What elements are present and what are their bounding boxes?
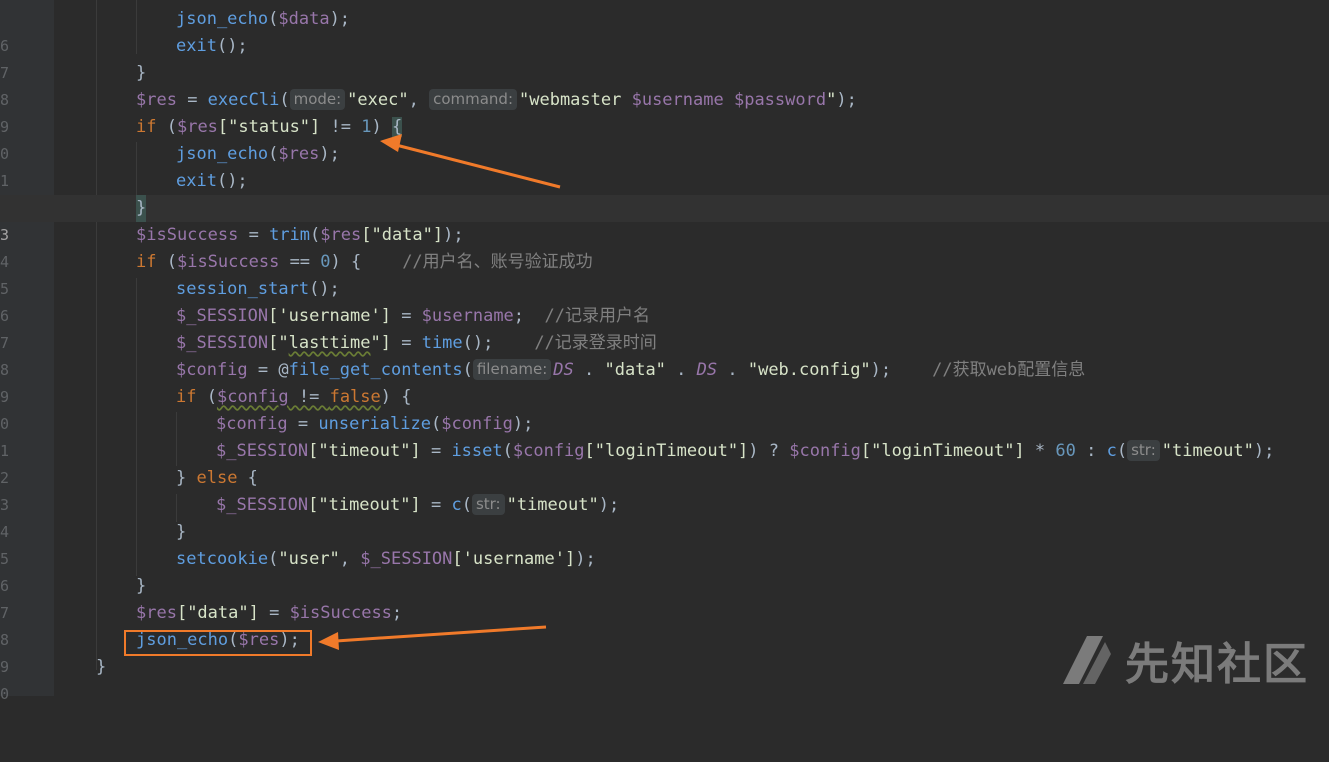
code-editor[interactable]: 6 json_echo($data); 7 exit(); 8 } 9 $res… [0, 0, 1329, 703]
annotation-arrows [318, 134, 561, 650]
annotation-arrow-top [380, 134, 561, 189]
xianzhi-logo-icon [1063, 636, 1111, 684]
watermark-text: 先知社区 [1125, 639, 1309, 690]
watermark: 先知社区 [1059, 630, 1309, 690]
annotation-arrow-bottom [318, 625, 547, 650]
